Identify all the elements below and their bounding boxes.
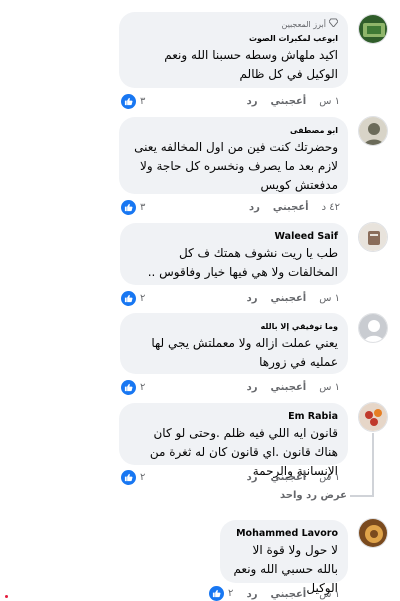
reaction-number: ٢	[140, 471, 146, 483]
comment-time[interactable]: ١ س	[319, 382, 340, 393]
comment-time[interactable]: ١ س	[319, 472, 340, 483]
thread-connector	[350, 495, 373, 497]
like-button[interactable]: أعجبني	[270, 589, 306, 600]
comment-bubble: Waleed Saif طب يا ريت نشوف همتك ف كل الم…	[120, 223, 348, 285]
badge-label: أبرز المعجبين	[281, 19, 327, 29]
avatar[interactable]	[358, 402, 388, 432]
thumbs-up-icon	[121, 93, 136, 109]
comment-bubble: أبرز المعجبين ابوعب لمكبرات الصوت اكيد م…	[119, 12, 348, 88]
like-button[interactable]: أعجبني	[270, 293, 306, 304]
comment-author[interactable]: ابوعب لمكبرات الصوت	[129, 31, 338, 46]
comment-author[interactable]: وما توفيقي إلا بالله	[130, 319, 339, 334]
comment-time[interactable]: ٤٢ د	[322, 202, 340, 213]
comment-actions: ١ س أعجبني رد	[247, 586, 340, 601]
avatar-image	[359, 117, 387, 145]
comment-bubble: Em Rabia قانون ايه اللي فيه ظلم .وحتى لو…	[119, 403, 348, 478]
comment-text: طب يا ريت نشوف همتك ف كل المخالفات ولا ه…	[147, 246, 338, 279]
reaction-count[interactable]: ٣	[119, 198, 150, 216]
comment-actions: ١ س أعجبني رد	[247, 93, 340, 109]
avatar[interactable]	[358, 313, 388, 343]
avatar[interactable]	[358, 14, 388, 44]
thumbs-up-icon	[121, 290, 136, 306]
avatar-image	[359, 403, 387, 431]
comment-bubble: وما توفيقي إلا بالله يعني عملت ازاله ولا…	[120, 313, 348, 374]
comment-time[interactable]: ١ س	[319, 589, 340, 600]
reaction-count[interactable]: ٢	[207, 584, 238, 601]
reply-button[interactable]: رد	[247, 96, 258, 107]
reply-button[interactable]: رد	[247, 293, 258, 304]
comment-actions: ١ س أعجبني رد	[247, 379, 340, 395]
reaction-number: ٢	[140, 292, 146, 304]
comment-author[interactable]: Waleed Saif	[130, 229, 338, 244]
avatar-image	[359, 15, 387, 43]
reaction-count[interactable]: ٢	[119, 289, 150, 307]
like-button[interactable]: أعجبني	[270, 96, 306, 107]
comment-time[interactable]: ١ س	[319, 293, 340, 304]
thread-line	[372, 433, 374, 497]
reaction-number: ٣	[140, 201, 146, 213]
reply-button[interactable]: رد	[247, 382, 258, 393]
comment-author[interactable]: ابو مصطفى	[129, 123, 338, 138]
thumbs-up-icon	[121, 379, 136, 395]
avatar[interactable]	[358, 222, 388, 252]
thumbs-up-icon	[121, 199, 136, 215]
comment-text: وحضرتك كنت فين من اول المخالفه يعنى لازم…	[134, 140, 338, 192]
reaction-count[interactable]: ٢	[119, 468, 150, 486]
reply-button[interactable]: رد	[249, 202, 260, 213]
thumbs-up-icon	[209, 585, 224, 601]
avatar-image	[359, 223, 387, 251]
avatar[interactable]	[358, 518, 388, 548]
avatar-image	[359, 314, 387, 342]
comment-bubble: Mohammed Lavoro لا حول ولا قوة الا بالله…	[220, 520, 348, 595]
like-button[interactable]: أعجبني	[270, 472, 306, 483]
comment-text: اكيد ملهاش وسطه حسبنا الله ونعم الوكيل ف…	[164, 48, 338, 81]
edge-marker	[5, 595, 8, 598]
comment-author[interactable]: Em Rabia	[129, 409, 338, 424]
reaction-count[interactable]: ٢	[119, 378, 150, 396]
view-replies-label: عرض رد واحد	[280, 490, 347, 501]
like-button[interactable]: أعجبني	[273, 202, 309, 213]
avatar-image	[359, 519, 387, 547]
view-replies-link[interactable]: عرض رد واحد	[280, 490, 347, 501]
avatar[interactable]	[358, 116, 388, 146]
reaction-number: ٢	[140, 381, 146, 393]
comment-text: يعني عملت ازاله ولا معملتش يجي لها عمليه…	[151, 336, 338, 369]
comment-bubble: ابو مصطفى وحضرتك كنت فين من اول المخالفه…	[119, 117, 348, 194]
comment-time[interactable]: ١ س	[319, 96, 340, 107]
top-fan-badge: أبرز المعجبين	[129, 18, 339, 31]
comment-actions: ١ س أعجبني رد	[247, 469, 340, 485]
reply-button[interactable]: رد	[247, 472, 258, 483]
reaction-number: ٣	[140, 95, 146, 107]
comment-author[interactable]: Mohammed Lavoro	[230, 526, 338, 541]
comment-actions: ١ س أعجبني رد	[247, 290, 340, 306]
reaction-count[interactable]: ٣	[119, 92, 150, 110]
thumbs-up-icon	[121, 469, 136, 485]
diamond-icon	[328, 18, 339, 31]
comment-actions: ٤٢ د أعجبني رد	[249, 199, 340, 215]
like-button[interactable]: أعجبني	[270, 382, 306, 393]
reply-button[interactable]: رد	[247, 589, 258, 600]
reaction-number: ٢	[228, 587, 234, 599]
